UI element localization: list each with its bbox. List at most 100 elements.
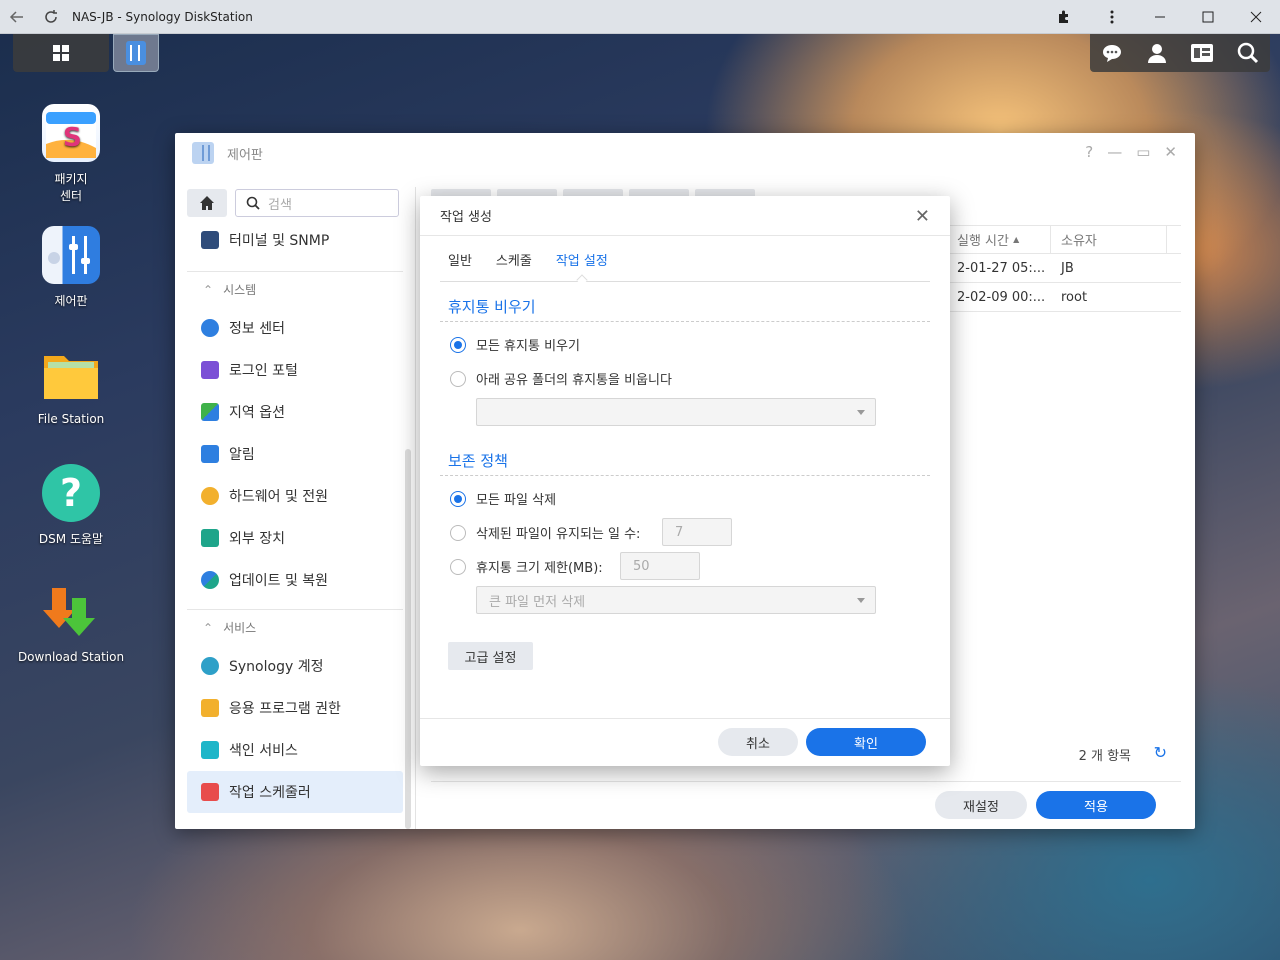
sidebar-item-external[interactable]: 외부 장치 — [187, 517, 403, 559]
close-icon[interactable]: ✕ — [1164, 143, 1177, 161]
refresh-icon[interactable]: ↻ — [1154, 743, 1167, 762]
sidebar-item-notification[interactable]: 알림 — [187, 433, 403, 475]
radio-shared-folders[interactable]: 아래 공유 폴더의 휴지통을 비웁니다 — [450, 369, 672, 388]
reset-button[interactable]: 재설정 — [935, 791, 1027, 819]
tab-divider — [440, 281, 930, 282]
close-icon[interactable]: ✕ — [915, 206, 930, 227]
lock-icon — [201, 699, 219, 717]
chevron-up-icon: ⌃ — [203, 620, 214, 635]
control-panel-icon — [192, 142, 214, 164]
apply-button[interactable]: 적용 — [1036, 791, 1156, 819]
sidebar-item-label: 터미널 및 SNMP — [229, 233, 330, 249]
sidebar-item-login-portal[interactable]: 로그인 포털 — [187, 349, 403, 391]
help-icon[interactable]: ? — [1085, 143, 1093, 161]
cancel-button[interactable]: 취소 — [718, 728, 798, 756]
radio-button[interactable] — [450, 336, 466, 353]
nav-list: 터미널 및 SNMP ⌃ 시스템 정보 센터 로그인 포털 지역 옵션 알림 하… — [187, 223, 403, 813]
lightbulb-icon — [201, 487, 219, 505]
create-task-dialog: 작업 생성 ✕ 일반 스케줄 작업 설정 휴지통 비우기 모든 휴지통 비우기 … — [420, 196, 950, 766]
radio-retention-days[interactable]: 삭제된 파일이 유지되는 일 수: — [450, 523, 640, 542]
sidebar-item-regional[interactable]: 지역 옵션 — [187, 391, 403, 433]
size-policy-select[interactable]: 큰 파일 먼저 삭제 — [476, 586, 876, 614]
radio-button[interactable] — [450, 490, 466, 507]
tab-task-settings[interactable]: 작업 설정 — [556, 250, 608, 269]
reload-icon[interactable] — [34, 0, 68, 34]
close-icon[interactable] — [1232, 0, 1280, 34]
desktop-icon-label: 패키지 — [54, 172, 88, 186]
minimize-icon[interactable]: — — [1107, 143, 1122, 161]
info-icon — [201, 319, 219, 337]
radio-delete-all[interactable]: 모든 파일 삭제 — [450, 489, 556, 508]
section-services[interactable]: ⌃ 서비스 — [187, 609, 403, 645]
sidebar-scrollbar[interactable] — [405, 449, 411, 829]
radio-label: 휴지통 크기 제한(MB): — [476, 561, 603, 576]
ok-button[interactable]: 확인 — [806, 728, 926, 756]
desktop-control-panel[interactable]: 제어판 — [16, 226, 126, 309]
desktop-icon-label: 제어판 — [54, 294, 88, 308]
desktop-icon-label: File Station — [37, 412, 105, 426]
chat-icon[interactable] — [1101, 42, 1123, 64]
desktop-download-station[interactable]: Download Station — [16, 584, 126, 664]
sidebar-item-label: 지역 옵션 — [229, 405, 285, 421]
taskbar-right — [1090, 34, 1270, 72]
sidebar-item-app-privileges[interactable]: 응용 프로그램 권한 — [187, 687, 403, 729]
login-portal-icon — [201, 361, 219, 379]
desktop-file-station[interactable]: File Station — [16, 346, 126, 426]
maximize-icon[interactable] — [1184, 0, 1232, 34]
sidebar-item-synology-account[interactable]: Synology 계정 — [187, 645, 403, 687]
widgets-icon[interactable] — [1190, 42, 1214, 64]
external-device-icon — [201, 529, 219, 547]
radio-size-limit[interactable]: 휴지통 크기 제한(MB): — [450, 557, 603, 576]
search-input[interactable]: 검색 — [235, 189, 399, 217]
user-icon[interactable] — [1146, 42, 1168, 64]
tab-schedule[interactable]: 스케줄 — [496, 250, 532, 269]
menu-kebab-icon[interactable] — [1088, 0, 1136, 34]
radio-button[interactable] — [450, 370, 466, 387]
globe-clock-icon — [201, 403, 219, 421]
tab-general[interactable]: 일반 — [448, 250, 472, 269]
maximize-icon[interactable]: ▭ — [1136, 143, 1150, 161]
sidebar-item-terminal[interactable]: 터미널 및 SNMP — [187, 223, 403, 257]
advanced-settings-button[interactable]: 고급 설정 — [448, 642, 533, 670]
notification-icon — [201, 445, 219, 463]
minimize-icon[interactable] — [1136, 0, 1184, 34]
item-count: 2 개 항목 — [1078, 749, 1131, 764]
chevron-up-icon: ⌃ — [203, 282, 214, 297]
radio-label: 삭제된 파일이 유지되는 일 수: — [476, 527, 641, 542]
sidebar-item-label: 로그인 포털 — [229, 363, 298, 379]
sidebar-item-info-center[interactable]: 정보 센터 — [187, 307, 403, 349]
cell-owner: JB — [1061, 260, 1074, 276]
window-titlebar: 제어판 — [175, 133, 1195, 173]
svg-text:S: S — [63, 123, 82, 153]
main-menu-button[interactable] — [13, 34, 109, 72]
sidebar-item-label: 작업 스케줄러 — [229, 785, 311, 801]
shared-folder-select[interactable] — [476, 398, 876, 426]
desktop-dsm-help[interactable]: ? DSM 도움말 — [16, 464, 126, 547]
column-owner[interactable]: 소유자 — [1051, 226, 1167, 253]
window-title: 제어판 — [227, 147, 263, 163]
desktop-package-center[interactable]: S 패키지 센터 — [16, 104, 126, 204]
terminal-icon — [201, 231, 219, 249]
radio-label: 아래 공유 폴더의 휴지통을 비웁니다 — [476, 373, 672, 388]
column-run-time[interactable]: 실행 시간 ▲ — [951, 226, 1051, 253]
taskbar-control-panel[interactable] — [113, 34, 159, 72]
desktop-icon-label: DSM 도움말 — [38, 532, 104, 546]
retention-days-input[interactable]: 7 — [662, 518, 732, 546]
sidebar-item-label: 색인 서비스 — [229, 743, 298, 759]
sidebar-item-indexing[interactable]: 색인 서비스 — [187, 729, 403, 771]
browser-title: NAS-JB - Synology DiskStation — [72, 9, 253, 24]
size-limit-input[interactable]: 50 — [620, 552, 700, 580]
radio-label: 모든 휴지통 비우기 — [476, 339, 580, 354]
radio-button[interactable] — [450, 558, 466, 575]
back-arrow-icon[interactable] — [0, 0, 34, 34]
radio-all-recycle-bins[interactable]: 모든 휴지통 비우기 — [450, 335, 580, 354]
sidebar-item-update[interactable]: 업데이트 및 복원 — [187, 559, 403, 601]
radio-button[interactable] — [450, 524, 466, 541]
home-button[interactable] — [187, 189, 227, 217]
sidebar-item-task-scheduler[interactable]: 작업 스케줄러 — [187, 771, 403, 813]
section-system[interactable]: ⌃ 시스템 — [187, 271, 403, 307]
search-icon[interactable] — [1237, 42, 1259, 64]
sidebar-item-hardware[interactable]: 하드웨어 및 전원 — [187, 475, 403, 517]
search-placeholder: 검색 — [268, 197, 292, 213]
extensions-icon[interactable] — [1040, 0, 1088, 34]
